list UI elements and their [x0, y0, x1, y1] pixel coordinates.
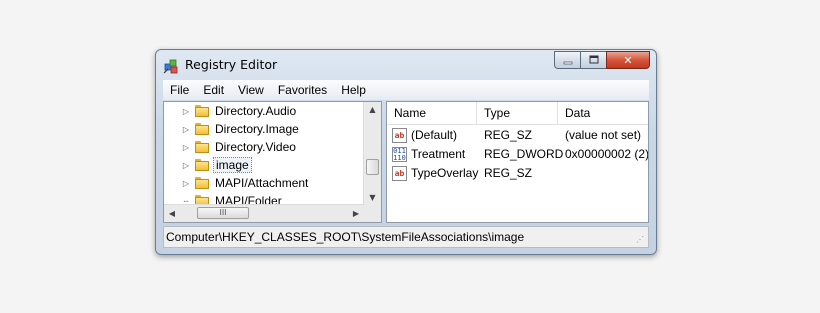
tree-vertical-scrollbar[interactable]: ▲ ▼ [363, 102, 381, 206]
string-value-icon: ab [392, 128, 407, 143]
tree-item[interactable]: ▷ Directory.Audio [164, 102, 298, 120]
expand-arrow-icon[interactable]: ▷ [181, 143, 191, 152]
registry-editor-window: Registry Editor ✕ File Edit View Favorit… [155, 49, 657, 255]
column-header-data[interactable]: Data [558, 102, 648, 124]
value-type: REG_SZ [484, 128, 533, 142]
close-button[interactable]: ✕ [606, 51, 650, 69]
horizontal-scroll-thumb[interactable]: III [197, 207, 249, 219]
minimize-button[interactable] [554, 51, 580, 69]
close-icon: ✕ [623, 53, 633, 67]
value-row[interactable]: ab (Default) REG_SZ (value not set) [387, 126, 648, 145]
tree-item[interactable]: ▷ Directory.Video [164, 138, 298, 156]
column-header-type[interactable]: Type [477, 102, 558, 124]
folder-icon [195, 141, 209, 153]
expand-arrow-icon[interactable]: ▷ [181, 125, 191, 134]
tree-item-label: MAPI/Attachment [215, 176, 309, 190]
menu-bar: File Edit View Favorites Help [163, 80, 649, 100]
vertical-scroll-thumb[interactable] [366, 159, 379, 175]
scroll-left-icon[interactable]: ◀ [164, 205, 180, 222]
key-tree-pane: ▷ Directory.Audio ▷ Directory.Image ▷ Di… [163, 101, 382, 223]
menu-edit[interactable]: Edit [196, 83, 231, 97]
tree-item-label: image [213, 157, 252, 173]
tree-item-label: Directory.Audio [215, 104, 297, 118]
value-name: TypeOverlay [411, 166, 479, 180]
folder-icon [195, 123, 209, 135]
column-header-name[interactable]: Name [387, 102, 477, 124]
value-row[interactable]: 011 110 Treatment REG_DWORD 0x00000002 (… [387, 145, 649, 164]
tree-item-selected[interactable]: ▷ image [164, 156, 252, 174]
tree-horizontal-scrollbar[interactable]: ◀ III ▶ [164, 204, 364, 222]
value-data: 0x00000002 (2) [565, 147, 649, 161]
tree-item[interactable]: ▷ MAPI/Attachment [164, 174, 310, 192]
title-bar[interactable]: Registry Editor ✕ [156, 50, 656, 80]
maximize-icon [589, 55, 598, 64]
value-name: (Default) [411, 128, 458, 142]
scroll-right-icon[interactable]: ▶ [348, 205, 364, 222]
value-type: REG_DWORD [484, 147, 564, 161]
expand-arrow-icon[interactable]: ▷ [181, 107, 191, 116]
tree-item-label: Directory.Image [215, 122, 299, 136]
folder-icon [195, 105, 209, 117]
status-bar: Computer\HKEY_CLASSES_ROOT\SystemFileAss… [163, 226, 649, 248]
folder-icon [195, 177, 209, 189]
values-column-header: Name Type Data [387, 102, 648, 125]
registry-editor-icon [163, 59, 178, 74]
tree-item-label: Directory.Video [215, 140, 296, 154]
menu-view[interactable]: View [231, 83, 271, 97]
value-row[interactable]: ab TypeOverlay REG_SZ [387, 164, 648, 183]
menu-help[interactable]: Help [334, 83, 373, 97]
scroll-down-icon[interactable]: ▼ [364, 190, 381, 206]
expand-arrow-icon[interactable]: ▷ [181, 179, 191, 188]
maximize-button[interactable] [580, 51, 606, 69]
tree-item[interactable]: ▷ Directory.Image [164, 120, 301, 138]
menu-favorites[interactable]: Favorites [271, 83, 334, 97]
expand-arrow-icon[interactable]: ▷ [181, 161, 191, 170]
scrollbar-corner [364, 205, 381, 222]
menu-file[interactable]: File [163, 83, 196, 97]
values-pane: Name Type Data ab (Default) REG_SZ (valu… [386, 101, 649, 223]
caption-buttons: ✕ [554, 51, 650, 69]
value-type: REG_SZ [484, 166, 533, 180]
minimize-icon [563, 61, 572, 65]
resize-grip-icon[interactable]: ⋰ [636, 235, 646, 245]
current-key-path: Computer\HKEY_CLASSES_ROOT\SystemFileAss… [166, 230, 525, 244]
binary-value-icon: 011 110 [392, 147, 407, 162]
value-name: Treatment [411, 147, 466, 161]
string-value-icon: ab [392, 166, 407, 181]
scroll-up-icon[interactable]: ▲ [364, 102, 381, 118]
folder-icon [195, 159, 209, 171]
window-title: Registry Editor [185, 57, 278, 72]
value-data: (value not set) [565, 128, 642, 142]
